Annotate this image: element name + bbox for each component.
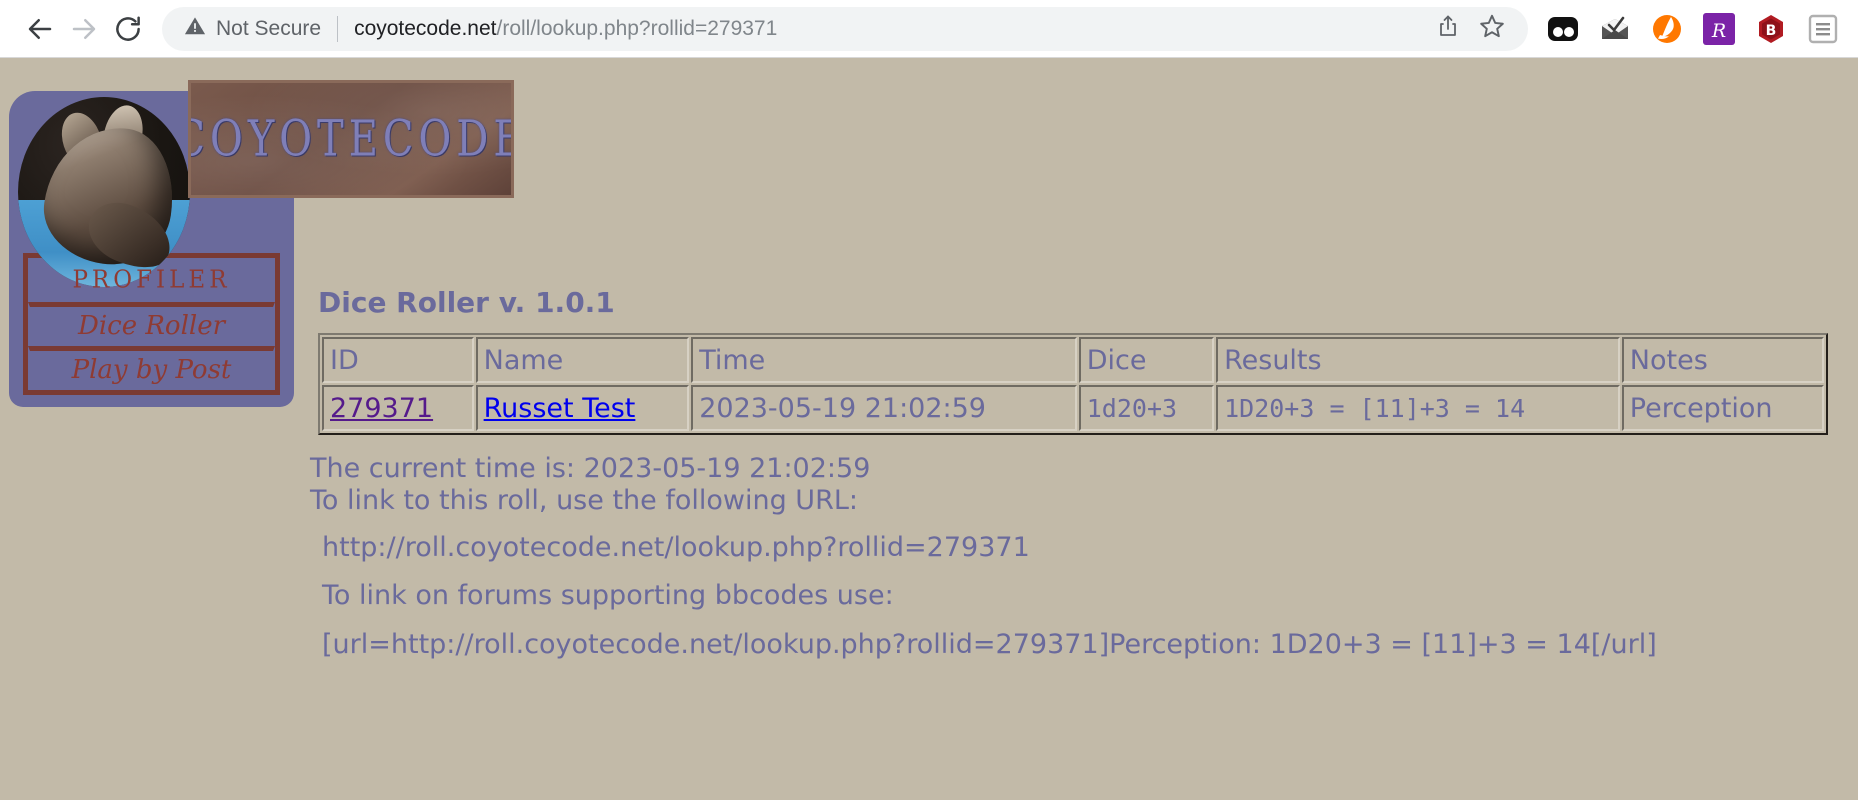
roll-info-block: The current time is: 2023-05-19 21:02:59… [310,453,1844,661]
back-arrow-icon [25,14,55,44]
sidebar-item-label: Dice Roller [77,310,226,341]
reload-icon [113,14,143,44]
mail-checker-extension-icon[interactable] [1598,12,1632,46]
omnibox-divider [337,15,339,42]
forward-arrow-icon [69,14,99,44]
table-header-row: ID Name Time Dice Results Notes [322,337,1824,383]
site-logo-wordmark: COYOTECODE [188,110,514,168]
column-header-dice: Dice [1078,337,1215,383]
main-content: Dice Roller v. 1.0.1 ID Name Time Dice R… [300,286,1844,688]
url-host: coyotecode.net [354,16,497,40]
roll-results-table: ID Name Time Dice Results Notes 279371 R… [318,333,1828,435]
roll-url-text[interactable]: http://roll.coyotecode.net/lookup.php?ro… [310,532,1844,564]
sidebar-item-label: Play by Post [71,354,232,385]
back-button[interactable] [18,7,62,51]
bitdefender-extension-icon[interactable]: B [1754,12,1788,46]
cell-time: 2023-05-19 21:02:59 [691,385,1077,431]
security-label: Not Secure [216,16,322,40]
bookmark-button[interactable] [1472,9,1512,49]
reload-button[interactable] [106,7,150,51]
cell-dice: 1d20+3 [1078,385,1215,431]
cell-id: 279371 [322,385,474,431]
sidebar-item-label: PROFILER [72,266,231,294]
bbcode-text[interactable]: [url=http://roll.coyotecode.net/lookup.p… [310,629,1844,661]
column-header-name: Name [475,337,690,383]
url-intro-line: To link to this roll, use the following … [310,484,858,516]
flickr-extension-icon[interactable] [1546,12,1580,46]
svg-text:R: R [1711,20,1726,42]
rakuten-extension-icon[interactable]: R [1702,12,1736,46]
column-header-time: Time [691,337,1077,383]
roll-name-link[interactable]: Russet Test [484,393,636,424]
site-logo-banner[interactable]: COYOTECODE [188,80,514,198]
page-viewport: PROFILER Dice Roller Play by Post COYOTE… [0,58,1858,800]
url-text[interactable]: coyotecode.net/roll/lookup.php?rollid=27… [354,17,1424,41]
cell-name: Russet Test [475,385,690,431]
column-header-notes: Notes [1621,337,1824,383]
star-icon [1479,13,1505,44]
sidebar-item-dice-roller[interactable]: Dice Roller [28,302,275,346]
column-header-results: Results [1216,337,1620,383]
address-bar[interactable]: Not Secure coyotecode.net/roll/lookup.ph… [162,6,1528,51]
share-button[interactable] [1428,9,1468,49]
current-time-line: The current time is: 2023-05-19 21:02:59 [310,453,871,484]
warning-triangle-icon [184,15,206,42]
column-header-id: ID [322,337,474,383]
browser-menu-icon[interactable] [1806,12,1840,46]
coyote-photo [18,97,190,287]
avast-extension-icon[interactable] [1650,12,1684,46]
browser-toolbar: Not Secure coyotecode.net/roll/lookup.ph… [0,0,1858,58]
page-title: Dice Roller v. 1.0.1 [318,286,615,319]
table-row: 279371 Russet Test 2023-05-19 21:02:59 1… [322,385,1824,431]
extensions-area: R B [1546,12,1840,46]
bbcode-intro-line: To link on forums supporting bbcodes use… [322,579,894,611]
cell-notes: Perception [1621,385,1824,431]
cell-results: 1D20+3 = [11]+3 = 14 [1216,385,1620,431]
url-path: /roll/lookup.php?rollid=279371 [496,16,778,40]
roll-id-link[interactable]: 279371 [330,393,433,424]
forward-button[interactable] [62,7,106,51]
svg-text:B: B [1766,23,1777,39]
share-upload-icon [1436,14,1460,43]
sidebar-item-play-by-post[interactable]: Play by Post [28,346,275,390]
security-indicator[interactable]: Not Secure [184,15,321,42]
